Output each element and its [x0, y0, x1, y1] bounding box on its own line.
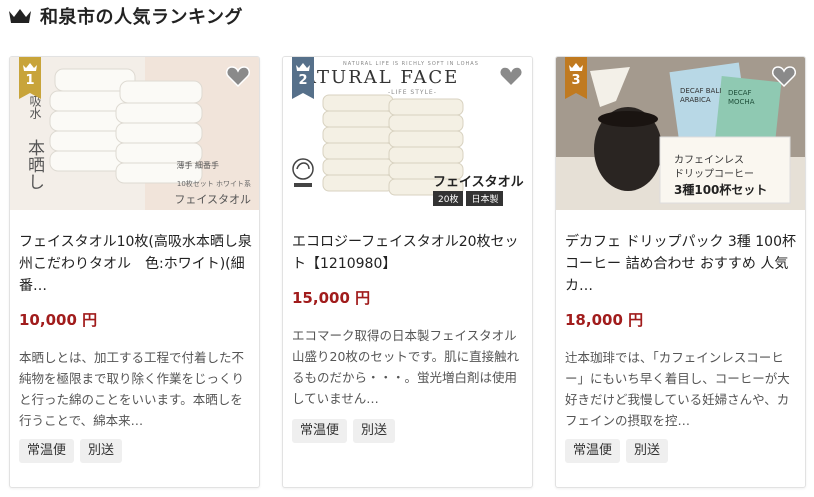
tag-list: 常温便 別送	[292, 419, 396, 443]
rank-number: 3	[571, 73, 581, 88]
product-title[interactable]: エコロジーフェイスタオル20枚セット【1210980】	[292, 231, 528, 275]
image-text: ATURAL FACE	[303, 67, 460, 88]
rank-number: 2	[298, 73, 308, 88]
rank-badge: 2	[292, 57, 314, 99]
tag-separate-shipping: 別送	[80, 439, 123, 463]
product-price: 18,000 円	[565, 311, 644, 329]
ranking-header: 和泉市の人気ランキング	[8, 4, 243, 28]
favorite-heart-icon[interactable]	[226, 65, 250, 87]
ranking-card-1[interactable]: 吸水 本晒し 薄手 細番手 10枚セット ホワイト系 フェイスタオル 1 フェイ…	[9, 56, 260, 488]
image-text: 3種100杯セット	[674, 183, 768, 197]
product-image[interactable]: DECAF BALI ARABICA DECAF MOCHA カフェインレス ド…	[556, 57, 805, 210]
image-text: フェイスタオル	[433, 175, 524, 190]
image-text: 本晒し	[24, 139, 44, 190]
product-description: 本晒しとは、加工する工程で付着した不純物を極限まで取り除く作業をじっくりと行った…	[19, 350, 245, 428]
tag-list: 常温便 別送	[565, 439, 669, 463]
image-text: ドリップコーヒー	[674, 169, 754, 180]
product-description: エコマーク取得の日本製フェイスタオル山盛り20枚のセットです。肌に直接触れるもの…	[292, 328, 520, 406]
crown-icon	[9, 9, 31, 23]
favorite-heart-icon[interactable]	[499, 65, 523, 87]
image-text: DECAF BALI ARABICA	[680, 87, 722, 104]
image-text: 20枚	[433, 191, 464, 206]
product-image[interactable]: 吸水 本晒し 薄手 細番手 10枚セット ホワイト系 フェイスタオル	[10, 57, 259, 210]
rank-badge: 1	[19, 57, 41, 99]
tag-shipping-ambient: 常温便	[292, 419, 348, 443]
image-text: -LIFE STYLE-	[388, 89, 437, 96]
product-price: 15,000 円	[292, 289, 371, 307]
image-text: フェイスタオル	[174, 193, 251, 206]
product-price: 10,000 円	[19, 311, 98, 329]
tag-list: 常温便 別送	[19, 439, 123, 463]
product-title[interactable]: フェイスタオル10枚(高吸水本晒し泉州こだわりタオル 色:ホワイト)(細番…	[19, 231, 255, 297]
tag-separate-shipping: 別送	[626, 439, 669, 463]
tag-shipping-ambient: 常温便	[565, 439, 621, 463]
image-text: DECAF MOCHA	[728, 89, 755, 106]
image-text: 薄手 細番手	[176, 161, 219, 170]
rank-number: 1	[25, 73, 35, 88]
product-image[interactable]: NATURAL LIFE IS RICHLY SOFT IN LOHAS ATU…	[283, 57, 532, 210]
ranking-card-2[interactable]: NATURAL LIFE IS RICHLY SOFT IN LOHAS ATU…	[282, 56, 533, 488]
image-badges: 20枚 日本製	[433, 191, 504, 206]
image-text: 10枚セット ホワイト系	[176, 180, 251, 188]
product-description: 辻本珈琲では、「カフェインレスコーヒー」にもいち早く着目し、コーヒーが大好きだけ…	[565, 350, 790, 428]
favorite-heart-icon[interactable]	[772, 65, 796, 87]
ranking-card-3[interactable]: DECAF BALI ARABICA DECAF MOCHA カフェインレス ド…	[555, 56, 806, 488]
rank-badge: 3	[565, 57, 587, 99]
tag-shipping-ambient: 常温便	[19, 439, 75, 463]
page-title: 和泉市の人気ランキング	[40, 7, 243, 28]
image-text: 日本製	[466, 191, 504, 206]
image-text: カフェインレス	[674, 155, 744, 166]
product-title[interactable]: デカフェ ドリップパック 3種 100杯 コーヒー 詰め合わせ おすすめ 人気 …	[565, 231, 801, 297]
tag-separate-shipping: 別送	[353, 419, 396, 443]
